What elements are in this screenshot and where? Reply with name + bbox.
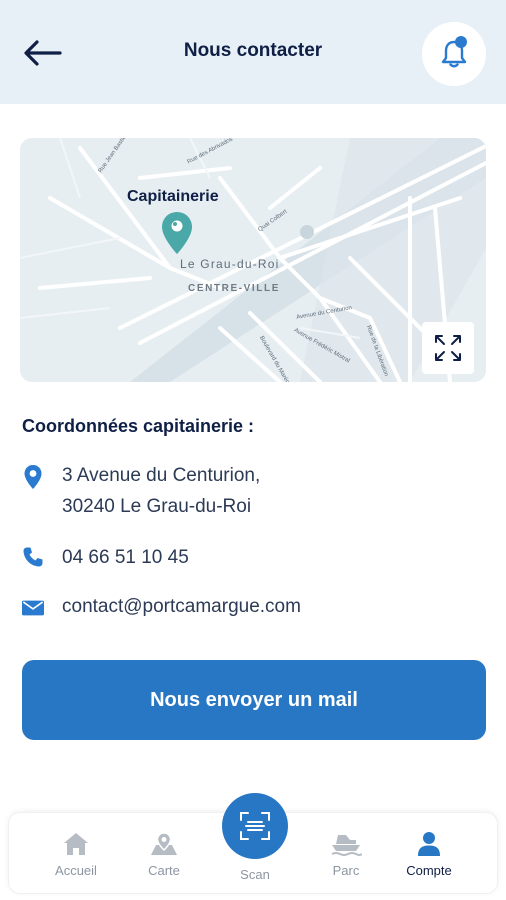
expand-map-button[interactable] xyxy=(422,322,474,374)
header-bar: Nous contacter xyxy=(0,0,506,104)
map-pin-marker-icon[interactable] xyxy=(160,210,194,258)
envelope-icon xyxy=(22,600,44,616)
phone-icon xyxy=(23,547,43,567)
boat-icon xyxy=(331,835,362,856)
tab-accueil[interactable]: Accueil xyxy=(41,831,111,878)
map-city-label: Le Grau-du-Roi xyxy=(180,257,280,271)
home-icon xyxy=(64,833,88,855)
address-row: 3 Avenue du Centurion, 30240 Le Grau-du-… xyxy=(22,460,260,522)
tab-label: Accueil xyxy=(55,863,97,878)
phone-row[interactable]: 04 66 51 10 45 xyxy=(22,542,189,573)
tab-label: Carte xyxy=(148,863,180,878)
map-marker-label: Capitainerie xyxy=(127,188,219,205)
scan-icon xyxy=(240,812,270,840)
tab-label: Compte xyxy=(406,863,452,878)
tab-carte[interactable]: Carte xyxy=(129,831,199,878)
user-icon xyxy=(418,832,440,856)
tab-compte[interactable]: Compte xyxy=(394,831,464,878)
tab-label: Parc xyxy=(332,863,360,878)
address-line-2: 30240 Le Grau-du-Roi xyxy=(62,496,252,517)
map-district-label: CENTRE-VILLE xyxy=(188,283,280,294)
address-line-1: 3 Avenue du Centurion, xyxy=(62,465,261,486)
tab-scan[interactable] xyxy=(222,793,288,859)
contact-section-title: Coordonnées capitainerie : xyxy=(22,416,255,436)
tab-label: Scan xyxy=(240,867,270,882)
map-pin-icon xyxy=(151,832,177,855)
bottom-tab-bar: Accueil Carte Scan Parc Compte xyxy=(8,793,498,894)
expand-icon xyxy=(435,335,461,361)
email-row[interactable]: contact@portcamargue.com xyxy=(22,591,301,622)
tab-parc[interactable]: Parc xyxy=(311,831,381,878)
map-view[interactable]: Capitainerie Le Grau-du-Roi CENTRE-VILLE… xyxy=(20,138,486,382)
send-mail-button[interactable]: Nous envoyer un mail xyxy=(22,660,486,740)
phone-number[interactable]: 04 66 51 10 45 xyxy=(62,542,189,573)
notification-badge xyxy=(455,36,467,48)
email-address[interactable]: contact@portcamargue.com xyxy=(62,591,301,622)
notifications-button[interactable] xyxy=(422,22,486,86)
location-pin-icon xyxy=(24,465,42,489)
